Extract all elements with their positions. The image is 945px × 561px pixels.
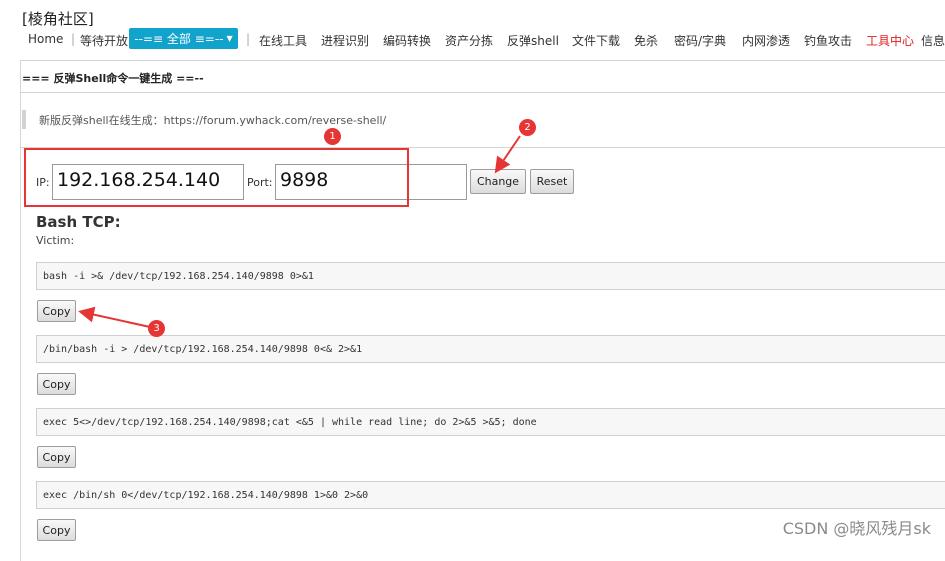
step-badge-2: 2 (519, 119, 536, 136)
step-badge-1: 1 (324, 128, 341, 145)
csdn-watermark: CSDN @晓风残月sk (782, 519, 931, 538)
arrow-to-change (494, 135, 521, 174)
arrow-to-copy (78, 306, 151, 328)
step-badge-3: 3 (148, 320, 165, 337)
annotation-layer (78, 135, 521, 328)
